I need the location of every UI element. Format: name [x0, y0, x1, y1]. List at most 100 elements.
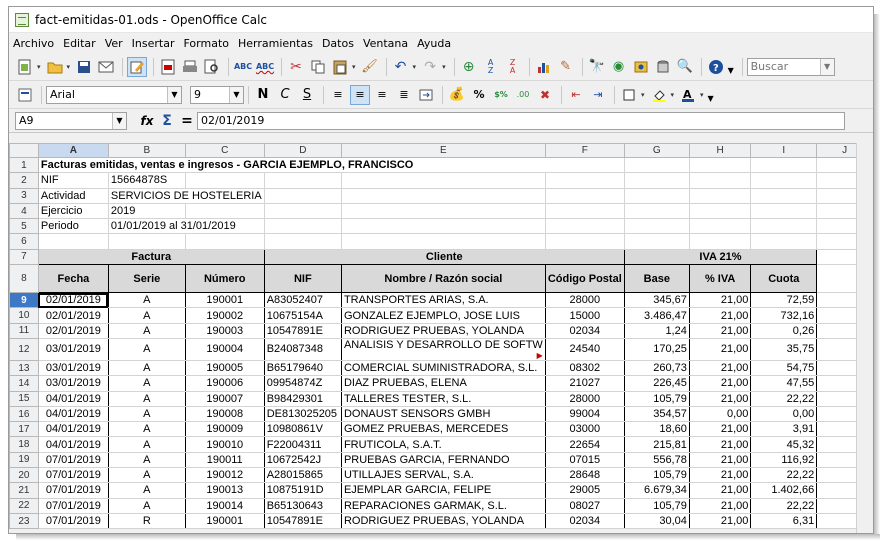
row-header[interactable]: 23	[9, 512, 39, 530]
currency-format-icon[interactable]: 💰	[447, 85, 467, 105]
column-header-e[interactable]: E	[340, 143, 546, 158]
cell[interactable]	[340, 233, 546, 250]
nif-cell[interactable]: A83052407	[263, 292, 342, 309]
header-cuota[interactable]: Cuota	[750, 264, 818, 294]
row-header[interactable]: 10	[9, 307, 39, 324]
format-toolbar-overflow-icon[interactable]: ▼	[708, 94, 718, 106]
column-header-h[interactable]: H	[688, 143, 752, 158]
cell[interactable]	[623, 187, 690, 204]
serie-cell[interactable]: A	[107, 421, 186, 438]
row-header[interactable]: 6	[9, 233, 39, 250]
cell[interactable]	[263, 172, 342, 189]
numero-cell[interactable]: 190001	[184, 512, 265, 530]
row-header[interactable]: 8	[9, 264, 39, 294]
row-header[interactable]: 4	[9, 202, 39, 220]
numero-cell[interactable]: 190003	[184, 322, 265, 339]
numero-cell[interactable]: 190014	[184, 497, 265, 514]
vertical-scrollbar[interactable]	[856, 143, 873, 533]
header-numero[interactable]: Número	[184, 264, 265, 294]
spellcheck-icon[interactable]: ABC	[233, 57, 253, 77]
cell[interactable]	[107, 233, 186, 250]
row-header[interactable]: 7	[9, 248, 39, 266]
header-nombre[interactable]: Nombre / Razón social	[340, 264, 546, 294]
cell[interactable]	[37, 233, 109, 250]
base-cell[interactable]: 105,79	[623, 467, 690, 484]
nombre-cell[interactable]: DONAUST SENSORS GMBH	[340, 405, 546, 423]
decrease-indent-icon[interactable]: ⇤	[566, 85, 586, 105]
nif-cell[interactable]: B98429301	[263, 390, 342, 407]
chart-icon[interactable]	[534, 57, 554, 77]
iva-pct-cell[interactable]: 21,00	[688, 375, 752, 392]
cell[interactable]	[750, 156, 818, 174]
fecha-cell[interactable]: 07/01/2019	[37, 482, 109, 499]
cell[interactable]	[544, 172, 625, 189]
select-all-corner[interactable]	[9, 143, 39, 158]
styles-icon[interactable]	[15, 85, 35, 105]
align-left-icon[interactable]: ≡	[328, 85, 348, 105]
codigo-postal-cell[interactable]: 21027	[544, 375, 625, 392]
undo-icon[interactable]: ↶	[391, 57, 411, 77]
row-header[interactable]: 14	[9, 375, 39, 392]
numero-cell[interactable]: 190005	[184, 359, 265, 377]
cuota-cell[interactable]: 72,59	[750, 292, 818, 309]
sort-descending-icon[interactable]: ZA	[503, 57, 523, 77]
cell[interactable]	[340, 172, 546, 189]
info-label[interactable]: Actividad	[37, 187, 109, 204]
base-cell[interactable]: 105,79	[623, 390, 690, 407]
font-size-combo[interactable]: 9 ▼	[190, 85, 244, 104]
search-input[interactable]: Buscar ▼	[746, 57, 835, 76]
cell[interactable]	[688, 156, 752, 174]
header-serie[interactable]: Serie	[107, 264, 186, 294]
row-header[interactable]: 17	[9, 421, 39, 438]
row-header[interactable]: 15	[9, 390, 39, 407]
nif-cell[interactable]: B24087348	[263, 337, 342, 361]
align-center-icon[interactable]: ≡	[350, 84, 370, 105]
header-fecha[interactable]: Fecha	[37, 264, 109, 294]
iva-pct-cell[interactable]: 21,00	[688, 467, 752, 484]
menu-herramientas[interactable]: Herramientas	[238, 37, 313, 50]
add-decimal-icon[interactable]: .00	[513, 85, 533, 105]
column-header-f[interactable]: F	[544, 143, 625, 158]
cell[interactable]	[340, 202, 546, 220]
nif-cell[interactable]: B65179640	[263, 359, 342, 377]
iva-pct-cell[interactable]: 21,00	[688, 359, 752, 377]
nombre-cell[interactable]: GONZALEZ EJEMPLO, JOSE LUIS	[340, 307, 546, 324]
iva-pct-cell[interactable]: 21,00	[688, 421, 752, 438]
row-header[interactable]: 12	[9, 337, 39, 361]
codigo-postal-cell[interactable]: 22654	[544, 436, 625, 453]
info-value[interactable]: 01/01/2019 al 31/01/2019	[107, 218, 265, 235]
new-document-icon[interactable]	[15, 57, 35, 77]
base-cell[interactable]: 354,57	[623, 405, 690, 423]
fecha-cell[interactable]: 07/01/2019	[37, 451, 109, 469]
group-header-iva[interactable]: IVA 21%	[623, 248, 818, 266]
base-cell[interactable]: 18,60	[623, 421, 690, 438]
serie-cell[interactable]: A	[107, 322, 186, 339]
cell[interactable]	[263, 233, 342, 250]
name-box-dropdown-icon[interactable]: ▼	[112, 112, 126, 129]
nif-cell[interactable]: 10675154A	[263, 307, 342, 324]
cuota-cell[interactable]: 6,31	[750, 512, 818, 530]
codigo-postal-cell[interactable]: 07015	[544, 451, 625, 469]
merge-cells-icon[interactable]	[416, 85, 436, 105]
cell[interactable]	[750, 202, 818, 220]
zoom-icon[interactable]: 🔍	[675, 57, 695, 77]
font-name-combo[interactable]: Arial ▼	[46, 85, 182, 104]
font-dropdown-icon[interactable]: ▼	[167, 86, 181, 103]
info-value[interactable]: 2019	[107, 202, 186, 220]
group-header-cliente[interactable]: Cliente	[263, 248, 625, 266]
spreadsheet-grid[interactable]: A B C D E F G H I J 1 Facturas emitidas,…	[9, 143, 873, 530]
cell[interactable]	[688, 172, 752, 189]
base-cell[interactable]: 260,73	[623, 359, 690, 377]
codigo-postal-cell[interactable]: 28000	[544, 390, 625, 407]
cell[interactable]	[688, 202, 752, 220]
fecha-cell[interactable]: 07/01/2019	[37, 512, 109, 530]
cuota-cell[interactable]: 1.402,66	[750, 482, 818, 499]
navigator-icon[interactable]: ◉	[609, 57, 629, 77]
font-color-icon[interactable]: A	[678, 85, 698, 105]
function-icon[interactable]: =	[177, 113, 197, 129]
cell[interactable]	[544, 202, 625, 220]
iva-pct-cell[interactable]: 21,00	[688, 307, 752, 324]
header-iva-pct[interactable]: % IVA	[688, 264, 752, 294]
fecha-cell[interactable]: 07/01/2019	[37, 467, 109, 484]
base-cell[interactable]: 6.679,34	[623, 482, 690, 499]
